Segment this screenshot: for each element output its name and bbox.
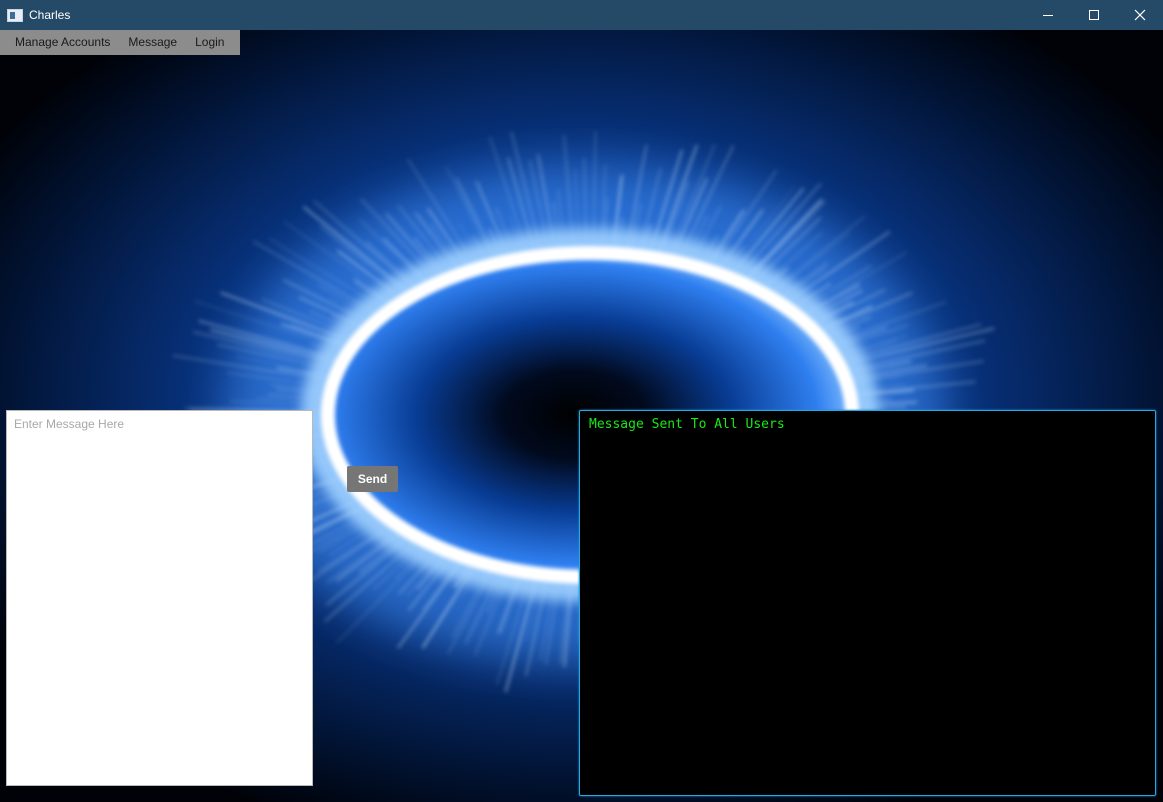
title-bar: Charles (0, 0, 1163, 30)
minimize-button[interactable] (1025, 0, 1071, 30)
console-output[interactable]: Message Sent To All Users (579, 410, 1156, 796)
send-button[interactable]: Send (347, 466, 398, 492)
app-window: Charles Manage Accounts Message Login En… (0, 0, 1163, 802)
menu-item-manage-accounts[interactable]: Manage Accounts (0, 30, 119, 55)
close-icon (1134, 9, 1146, 21)
maximize-icon (1089, 10, 1099, 20)
menu-bar: Manage Accounts Message Login (0, 30, 240, 55)
close-button[interactable] (1117, 0, 1163, 30)
window-controls (1025, 0, 1163, 30)
app-window-icon (7, 8, 23, 22)
maximize-button[interactable] (1071, 0, 1117, 30)
menu-item-message[interactable]: Message (119, 30, 186, 55)
console-line: Message Sent To All Users (589, 417, 785, 432)
minimize-icon (1043, 15, 1053, 16)
message-input[interactable] (6, 410, 313, 786)
window-title: Charles (29, 8, 71, 22)
menu-item-login[interactable]: Login (186, 30, 233, 55)
